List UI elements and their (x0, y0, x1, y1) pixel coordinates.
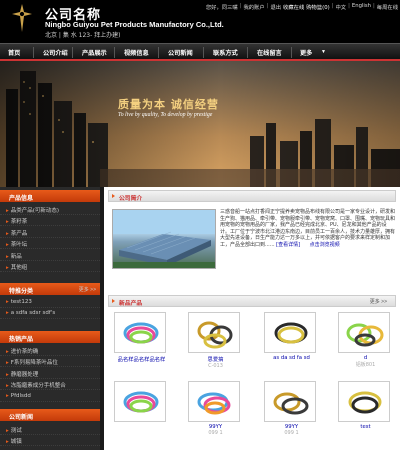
nav-item-products[interactable]: 产品展示 (82, 48, 107, 57)
city-skyline (0, 61, 400, 187)
address-line: 北京 | 集 水 123- 拜上办建) (45, 32, 121, 39)
product-code: 铝板801 (355, 362, 376, 368)
site-header: 公司名称 Ningbo Guiyou Pet Products Manufact… (0, 0, 400, 43)
logout-link[interactable]: 退出 (270, 3, 281, 11)
nav-item-video[interactable]: 视频信息 (124, 48, 149, 57)
sidebar-contact-item[interactable]: ▸ 测试 (0, 423, 100, 435)
sidebar: 产品信息 ▸ 品类产品(可新动态) ▸ 茶籽茶 ▸ 茶产品 ▸ 茶叶坛 ▸ 新品 ▸ 其他组… (0, 187, 100, 450)
sidebar-news-more[interactable]: 更多 >> (79, 286, 96, 293)
main-content: 公司简介 三惑音船一站点打香闻正宁提养卖宠物品布线有限公司是一家专业设计，研发和… (104, 187, 400, 450)
sidebar-hot-item[interactable]: ▸ 进价茶的确 (0, 344, 100, 356)
products-title: 新品产品 (119, 301, 143, 307)
product-card[interactable]: 品名样品名样品名样 (114, 312, 169, 363)
sidebar-products-title: 产品信息 (0, 190, 100, 202)
greeting: 您好，同三嘴 (205, 5, 238, 11)
top-links: 您好，同三嘴 | 我的账户 | 退出 收藏在线 购物篮(0) | 中文 | En… (205, 3, 398, 11)
sidebar-news-item[interactable]: ▸ a sdfa sdsr sdf's (0, 308, 100, 319)
sidebar-hot-title: 热销产品 (0, 331, 100, 343)
chevron-down-icon[interactable]: ▼ (321, 49, 326, 55)
product-name[interactable]: 思爱搞 (188, 355, 243, 363)
lang-en-link[interactable]: English (352, 3, 371, 11)
cart-link[interactable]: 购物篮(0) (306, 3, 329, 11)
sidebar-hot-item[interactable]: ▸ Pfdlsdd (0, 390, 100, 402)
product-card[interactable]: 思爱搞 C-013 (188, 312, 243, 369)
sidebar-news-list: ▸ test123 ▸ a sdfa sdsr sdf's (0, 296, 100, 319)
sidebar-news-item[interactable]: ▸ test123 (0, 296, 100, 308)
product-image[interactable] (338, 312, 390, 353)
banner-slogan-en: To live by quality, To develop by presti… (118, 112, 213, 118)
intro-more-link[interactable]: [查看详情] (276, 242, 300, 248)
product-card[interactable]: as da sd fa sd (264, 312, 319, 361)
product-card[interactable]: 99YY 099 1 (188, 381, 243, 436)
nav-item-more[interactable]: 更多 (300, 48, 312, 57)
product-image[interactable] (188, 312, 240, 353)
intro-section-header: 公司简介 (108, 190, 396, 202)
products-more-link[interactable]: 更多 >> (370, 298, 387, 305)
product-code: C-013 (208, 363, 223, 369)
intro-video-link[interactable]: 点击浏览视频 (310, 242, 340, 248)
nav-item-news[interactable]: 公司新闻 (168, 48, 193, 57)
product-name[interactable]: as da sd fa sd (264, 355, 319, 361)
sidebar-contact-list: ▸ 测试 ▸ 城镇 (0, 423, 100, 446)
arrow-right-icon (112, 299, 115, 303)
product-code: 099 1 (284, 430, 299, 436)
sidebar-hot-item[interactable]: ▸ 冻脂磨素成分手机整合 (0, 379, 100, 390)
banner-slogan: 质量为本 诚信经营 (118, 98, 219, 111)
sidebar-contact-item[interactable]: ▸ 城镇 (0, 435, 100, 446)
product-name[interactable]: 品名样品名样品名样 (114, 355, 169, 363)
product-code: 099 1 (208, 430, 223, 436)
sidebar-product-item[interactable]: ▸ 茶产品 (0, 226, 100, 238)
sidebar-product-item[interactable]: ▸ 新品 (0, 249, 100, 261)
products-section-header: 新品产品 更多 >> (108, 295, 396, 307)
account-link[interactable]: 我的账户 (243, 3, 264, 11)
site-name-en: Ningbo Guiyou Pet Products Manufactory C… (45, 20, 224, 29)
lang-zh-link[interactable]: 中文 (335, 3, 346, 11)
sidebar-product-item[interactable]: ▸ 茶籽茶 (0, 215, 100, 226)
company-photo[interactable] (112, 209, 216, 269)
favorite-link[interactable]: 收藏在线 (283, 3, 304, 11)
intro-title: 公司简介 (119, 196, 143, 202)
product-name[interactable]: test (338, 424, 393, 430)
sidebar-contact-title: 公司新闻 (0, 409, 100, 421)
product-card[interactable]: d 铝板801 (338, 312, 393, 368)
weekly-link[interactable]: 每周在线 (377, 3, 398, 11)
product-image[interactable] (114, 312, 166, 353)
product-image[interactable] (264, 312, 316, 353)
product-card[interactable]: 99YY 099 1 (264, 381, 319, 436)
intro-text: 三惑音船一站点打香闻正宁提养卖宠物品布线有限公司是一家专业设计，研发和生产狗、猫… (220, 209, 396, 248)
sidebar-product-item[interactable]: ▸ 其他组 (0, 261, 100, 272)
sidebar-product-item[interactable]: ▸ 品类产品(可新动态) (0, 203, 100, 215)
product-card[interactable] (114, 381, 169, 424)
nav-item-about[interactable]: 公司介绍 (43, 48, 68, 57)
arrow-right-icon (112, 194, 115, 198)
nav-item-message[interactable]: 在线留言 (257, 48, 282, 57)
sidebar-product-item[interactable]: ▸ 茶叶坛 (0, 238, 100, 249)
sidebar-hot-list: ▸ 进价茶的确 ▸ F系列易降茶叶品位 ▸ 静磨器处理 ▸ 冻脂磨素成分手机整合 ▸ Pf… (0, 344, 100, 402)
product-card[interactable]: test (338, 381, 393, 430)
product-image[interactable] (188, 381, 240, 422)
product-image[interactable] (338, 381, 390, 422)
logo-icon[interactable] (10, 2, 34, 36)
sidebar-hot-item[interactable]: ▸ F系列易降茶叶品位 (0, 356, 100, 367)
product-image[interactable] (264, 381, 316, 422)
sidebar-products-list: ▸ 品类产品(可新动态) ▸ 茶籽茶 ▸ 茶产品 ▸ 茶叶坛 ▸ 新品 ▸ 其他组 (0, 203, 100, 272)
product-image[interactable] (114, 381, 166, 422)
nav-item-home[interactable]: 首页 (8, 48, 20, 57)
main-nav: 首页 公司介绍 产品展示 视频信息 公司新闻 联系方式 在线留言 更多 ▼ (0, 43, 400, 61)
hero-banner: 质量为本 诚信经营 To live by quality, To develop… (0, 61, 400, 187)
nav-item-contact[interactable]: 联系方式 (213, 48, 238, 57)
sidebar-hot-item[interactable]: ▸ 静磨器处理 (0, 367, 100, 379)
